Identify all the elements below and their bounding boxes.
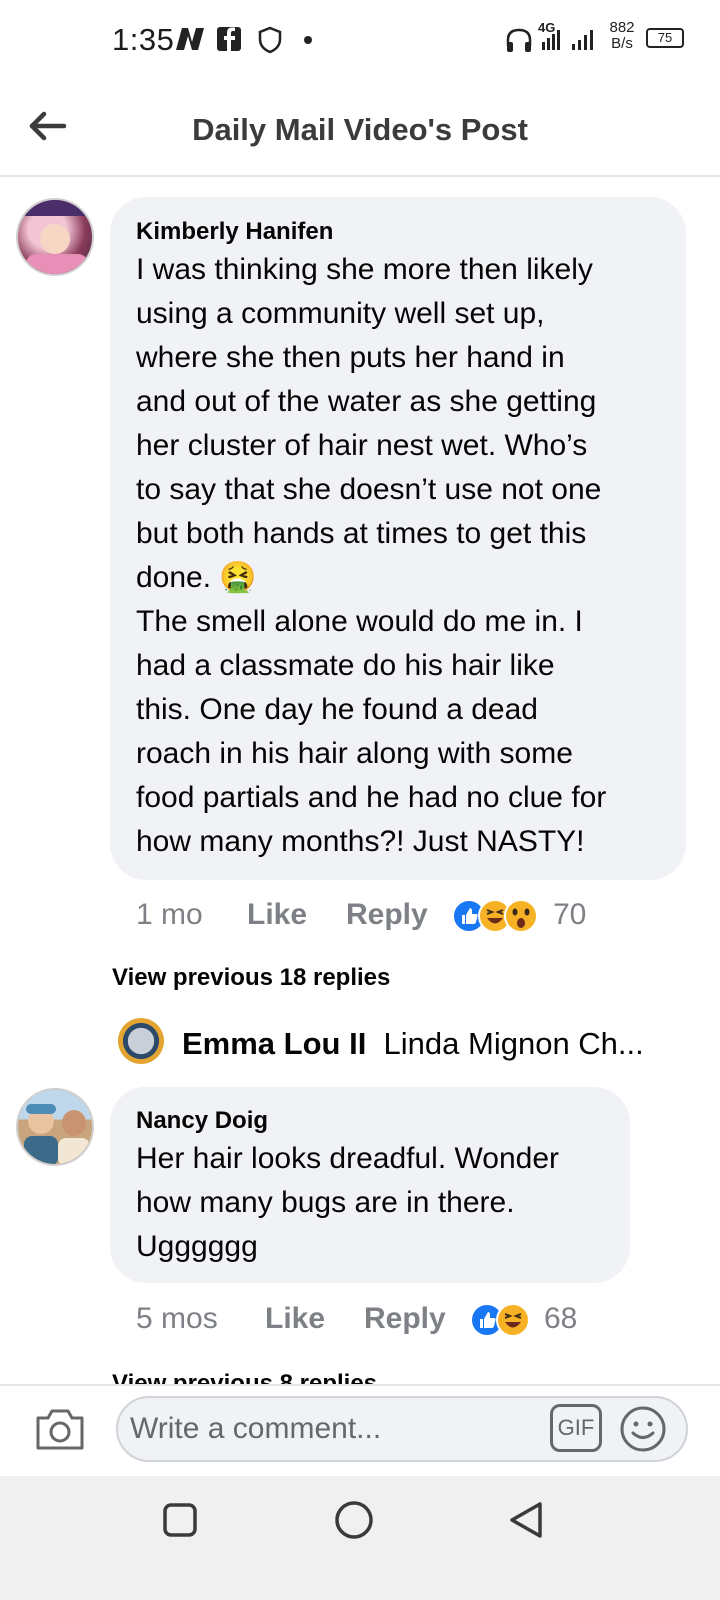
comment-line: how many months?! Just NASTY! [136, 825, 585, 858]
comment-line: where she then puts her hand in [136, 341, 565, 374]
reaction-count: 68 [544, 1302, 578, 1335]
recent-apps-button[interactable] [160, 1500, 200, 1540]
smiley-icon [620, 1406, 666, 1452]
like-button[interactable]: Like [265, 1302, 325, 1336]
comment-line: had a classmate do his hair like [136, 649, 555, 682]
reply-author: Emma Lou II [182, 1026, 367, 1061]
facebook-notification-icon [217, 27, 241, 51]
reaction-count: 70 [553, 898, 587, 931]
reactions-summary[interactable] [452, 899, 552, 933]
comment-line: done. 🤮 [136, 561, 257, 594]
comment-line: I was thinking she more then likely [136, 253, 593, 286]
reply-button[interactable]: Reply [364, 1302, 446, 1336]
comment-line: Her hair looks dreadful. Wonder [136, 1142, 559, 1175]
triangle-back-icon [510, 1502, 542, 1538]
comment-line: to say that she doesn’t use not one [136, 473, 602, 506]
haha-reaction-icon [496, 1303, 530, 1337]
camera-button[interactable] [34, 1406, 86, 1452]
avatar-nancy[interactable] [16, 1088, 94, 1166]
square-icon [163, 1503, 197, 1537]
signal-strength-icon [542, 30, 593, 50]
camera-icon [36, 1409, 84, 1450]
battery-icon: 75 [646, 28, 684, 48]
comment-line: roach in his hair along with some [136, 737, 573, 770]
status-time: 1:35 [112, 22, 175, 57]
gif-button[interactable]: GIF [550, 1404, 602, 1452]
comment-line: Ugggggg [136, 1230, 258, 1263]
avatar-emma[interactable] [118, 1018, 164, 1064]
status-bar: 1:35 4G 882 B/s 75 [0, 0, 720, 80]
view-previous-replies[interactable]: View previous 8 replies [112, 1368, 377, 1384]
comment-line: her cluster of hair nest wet. Who’s [136, 429, 588, 462]
reply-button[interactable]: Reply [346, 898, 428, 932]
view-previous-replies[interactable]: View previous 18 replies [112, 964, 390, 992]
reactions-summary[interactable] [470, 1303, 540, 1337]
comment-time: 5 mos [136, 1302, 218, 1335]
comment-line: and out of the water as she getting [136, 385, 597, 418]
network-speed-unit: B/s [611, 35, 633, 52]
headphones-icon [506, 28, 532, 52]
back-nav-button[interactable] [504, 1498, 548, 1542]
comment-line: using a community well set up, [136, 297, 545, 330]
emoji-button[interactable] [618, 1404, 668, 1454]
circle-icon [335, 1501, 373, 1539]
like-button[interactable]: Like [247, 898, 307, 932]
gif-label: GIF [557, 1415, 595, 1440]
comment-author[interactable]: Kimberly Hanifen [136, 218, 333, 246]
comment-author[interactable]: Nancy Doig [136, 1107, 268, 1135]
comment-line: how many bugs are in there. [136, 1186, 515, 1219]
network-speed-value: 882 [609, 19, 635, 36]
comment-line: The smell alone would do me in. I [136, 605, 583, 638]
comment-text: I was thinking she more then likely usin… [136, 248, 676, 864]
network-speed: 882 B/s [606, 20, 638, 52]
shield-icon [258, 26, 282, 54]
netflix-notification-icon [176, 28, 204, 50]
notification-dot-icon [304, 36, 312, 44]
wow-reaction-icon [504, 899, 538, 933]
comment-time: 1 mo [136, 898, 203, 931]
home-button[interactable] [332, 1498, 376, 1542]
comment-line: but both hands at times to get this [136, 517, 587, 550]
comment-line: food partials and he had no clue for [136, 781, 607, 814]
avatar-kimberly[interactable] [16, 198, 94, 276]
comment-text: Her hair looks dreadful. Wonder how many… [136, 1137, 616, 1269]
reply-preview[interactable]: Emma Lou II Linda Mignon Ch... [182, 1026, 662, 1062]
comment-line: this. One day he found a dead [136, 693, 538, 726]
battery-level: 75 [657, 30, 673, 45]
comment-input-placeholder: Write a comment... [130, 1412, 382, 1445]
reply-text: Linda Mignon Ch... [383, 1026, 644, 1061]
page-title: Daily Mail Video's Post [192, 112, 528, 147]
